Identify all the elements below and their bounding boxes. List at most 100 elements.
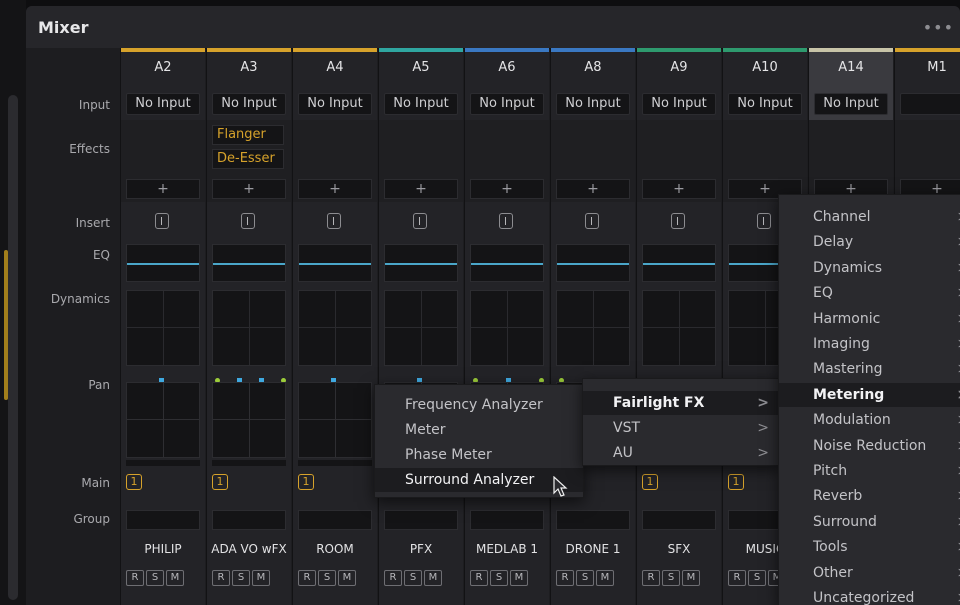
group-selector[interactable]: [384, 510, 458, 530]
insert-toggle[interactable]: [499, 213, 513, 229]
main-bus-badge[interactable]: 1: [212, 474, 228, 490]
mute-button[interactable]: M: [682, 570, 700, 586]
record-button[interactable]: R: [556, 570, 574, 586]
group-selector[interactable]: [126, 510, 200, 530]
insert-toggle[interactable]: [413, 213, 427, 229]
input-selector[interactable]: No Input: [212, 93, 286, 115]
input-selector[interactable]: [900, 93, 960, 115]
insert-toggle[interactable]: [241, 213, 255, 229]
mute-button[interactable]: M: [338, 570, 356, 586]
effect-slot[interactable]: De-Esser: [212, 149, 284, 169]
add-effect-button[interactable]: +: [384, 179, 458, 199]
plugin-type-item[interactable]: Fairlight FX >: [583, 391, 779, 415]
dynamics-graph[interactable]: [470, 290, 544, 366]
group-selector[interactable]: [556, 510, 630, 530]
insert-toggle[interactable]: [757, 213, 771, 229]
metering-menu-item[interactable]: Meter: [375, 418, 583, 442]
group-selector[interactable]: [212, 510, 286, 530]
pan-control[interactable]: [298, 382, 372, 458]
input-selector[interactable]: No Input: [298, 93, 372, 115]
plugin-category-item[interactable]: Dynamics>: [779, 256, 960, 280]
solo-button[interactable]: S: [146, 570, 164, 586]
scrollbar[interactable]: [8, 95, 18, 600]
mute-button[interactable]: M: [424, 570, 442, 586]
dynamics-graph[interactable]: [298, 290, 372, 366]
main-bus-badge[interactable]: 1: [642, 474, 658, 490]
plugin-category-item[interactable]: EQ>: [779, 281, 960, 305]
dynamics-graph[interactable]: [556, 290, 630, 366]
eq-graph[interactable]: [642, 244, 716, 282]
eq-graph[interactable]: [470, 244, 544, 282]
mute-button[interactable]: M: [166, 570, 184, 586]
plugin-category-item[interactable]: Tools>: [779, 535, 960, 559]
plugin-type-item[interactable]: AU >: [583, 441, 779, 465]
add-effect-button[interactable]: +: [642, 179, 716, 199]
record-button[interactable]: R: [126, 570, 144, 586]
plugin-category-item[interactable]: Delay>: [779, 230, 960, 254]
plugin-category-item[interactable]: Channel>: [779, 205, 960, 229]
group-selector[interactable]: [642, 510, 716, 530]
channel-strip[interactable]: A8 No Input + DRONE 1 RSM: [550, 48, 635, 605]
solo-button[interactable]: S: [576, 570, 594, 586]
channel-strip[interactable]: A4 No Input +1 ROOM R S M: [292, 48, 377, 605]
input-selector[interactable]: No Input: [814, 93, 888, 115]
metering-menu-item[interactable]: Frequency Analyzer: [375, 393, 583, 417]
record-button[interactable]: R: [212, 570, 230, 586]
solo-button[interactable]: S: [232, 570, 250, 586]
input-selector[interactable]: No Input: [728, 93, 802, 115]
plugin-category-item[interactable]: Harmonic>: [779, 307, 960, 331]
plugin-category-item[interactable]: Other>: [779, 561, 960, 585]
solo-button[interactable]: S: [748, 570, 766, 586]
eq-graph[interactable]: [212, 244, 286, 282]
plugin-category-item[interactable]: Imaging>: [779, 332, 960, 356]
plugin-category-item[interactable]: Reverb>: [779, 484, 960, 508]
channel-strip[interactable]: A6 No Input + MEDLAB 1 RSM: [464, 48, 549, 605]
record-button[interactable]: R: [642, 570, 660, 586]
channel-strip[interactable]: A3 No Input Flanger De-Esser +1 ADA VO wFX R S M: [206, 48, 291, 605]
eq-graph[interactable]: [384, 244, 458, 282]
record-button[interactable]: R: [298, 570, 316, 586]
dynamics-graph[interactable]: [126, 290, 200, 366]
input-selector[interactable]: No Input: [556, 93, 630, 115]
solo-button[interactable]: S: [490, 570, 508, 586]
group-selector[interactable]: [470, 510, 544, 530]
insert-toggle[interactable]: [585, 213, 599, 229]
solo-button[interactable]: S: [404, 570, 422, 586]
dynamics-graph[interactable]: [212, 290, 286, 366]
add-effect-button[interactable]: +: [298, 179, 372, 199]
plugin-category-item[interactable]: Surround>: [779, 510, 960, 534]
plugin-category-item[interactable]: Mastering>: [779, 357, 960, 381]
insert-toggle[interactable]: [155, 213, 169, 229]
add-effect-button[interactable]: +: [126, 179, 200, 199]
insert-toggle[interactable]: [671, 213, 685, 229]
channel-strip[interactable]: A9 No Input +1 SFX R S M: [636, 48, 721, 605]
plugin-category-item[interactable]: Metering>: [779, 382, 960, 407]
pan-control[interactable]: [212, 382, 286, 458]
main-bus-badge[interactable]: 1: [728, 474, 744, 490]
dynamics-graph[interactable]: [384, 290, 458, 366]
insert-toggle[interactable]: [327, 213, 341, 229]
input-selector[interactable]: No Input: [642, 93, 716, 115]
input-selector[interactable]: No Input: [384, 93, 458, 115]
record-button[interactable]: R: [384, 570, 402, 586]
add-effect-button[interactable]: +: [556, 179, 630, 199]
add-effect-button[interactable]: +: [470, 179, 544, 199]
channel-strip[interactable]: A5 No Input + PFX R S M: [378, 48, 463, 605]
plugin-category-item[interactable]: Uncategorized>: [779, 586, 960, 605]
metering-menu-item[interactable]: Phase Meter: [375, 443, 583, 467]
eq-graph[interactable]: [126, 244, 200, 282]
dynamics-graph[interactable]: [642, 290, 716, 366]
record-button[interactable]: R: [470, 570, 488, 586]
mute-button[interactable]: M: [252, 570, 270, 586]
plugin-type-item[interactable]: VST >: [583, 416, 779, 440]
plugin-category-item[interactable]: Noise Reduction>: [779, 434, 960, 458]
solo-button[interactable]: S: [318, 570, 336, 586]
plugin-category-item[interactable]: Pitch>: [779, 459, 960, 483]
mute-button[interactable]: M: [596, 570, 614, 586]
record-button[interactable]: R: [728, 570, 746, 586]
input-selector[interactable]: No Input: [470, 93, 544, 115]
main-bus-badge[interactable]: 1: [126, 474, 142, 490]
effect-slot[interactable]: Flanger: [212, 125, 284, 145]
pan-control[interactable]: [126, 382, 200, 458]
mute-button[interactable]: M: [510, 570, 528, 586]
